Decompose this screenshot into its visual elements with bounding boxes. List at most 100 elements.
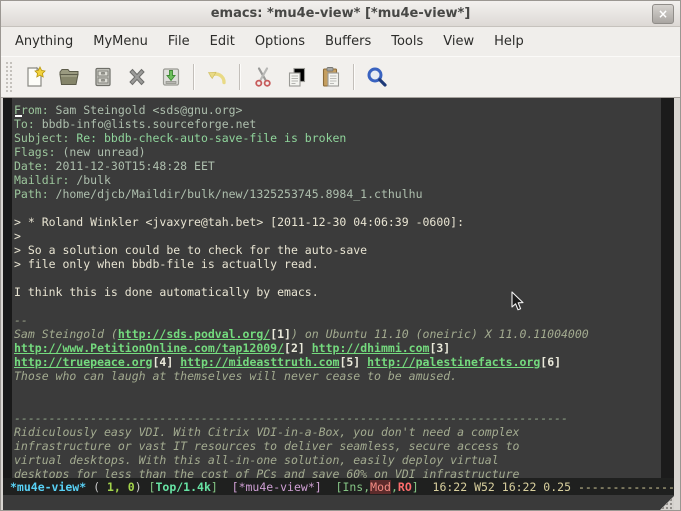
modeline-segment: --------------------------------- bbox=[578, 480, 674, 494]
undo-icon bbox=[205, 65, 229, 89]
text-segment: Date: bbox=[14, 159, 49, 173]
text-segment: Sam Steingold ( bbox=[14, 327, 118, 341]
hyperlink[interactable]: http://dhimmi.com bbox=[312, 341, 430, 355]
text-segment: > bbox=[14, 229, 21, 243]
buffer-line: ----------------------------------------… bbox=[14, 411, 661, 425]
toolbar-drag-handle[interactable] bbox=[5, 61, 12, 93]
text-segment: ) on Ubuntu 11.10 (oneiric) X 11.0.11004… bbox=[291, 327, 589, 341]
menu-item-view[interactable]: View bbox=[433, 29, 484, 54]
buffer-line: Flags: (new unread) bbox=[14, 145, 661, 159]
titlebar[interactable]: emacs: *mu4e-view* [*mu4e-view*] × bbox=[1, 1, 680, 27]
buffer-line: infrastructure or vast IT resources to d… bbox=[14, 439, 661, 453]
text-segment: I think this is done automatically by em… bbox=[14, 285, 319, 299]
text-segment: bbdb-info@lists.sourceforge.net bbox=[35, 117, 257, 131]
emacs-window: emacs: *mu4e-view* [*mu4e-view*] × Anyth… bbox=[0, 0, 681, 511]
copy-button[interactable] bbox=[285, 64, 310, 90]
close-buffer-button[interactable] bbox=[125, 64, 150, 90]
menu-item-file[interactable]: File bbox=[158, 29, 200, 54]
text-segment: To: bbox=[14, 117, 35, 131]
text-segment: 2011-12-30T15:48:28 EET bbox=[49, 159, 215, 173]
modeline-segment: , bbox=[363, 480, 370, 494]
new-file-button[interactable] bbox=[23, 64, 48, 90]
text-segment bbox=[305, 341, 312, 355]
text-segment: Sam Steingold <sds@gnu.org> bbox=[49, 103, 243, 117]
menu-item-help[interactable]: Help bbox=[484, 29, 534, 54]
open-folder-icon bbox=[57, 65, 81, 89]
scrollbar[interactable] bbox=[661, 98, 674, 478]
mode-line: *mu4e-view* ( 1, 0) [Top/1.4k] [*mu4e-vi… bbox=[3, 478, 674, 495]
text-segment: > file only when bbdb-file is actually r… bbox=[14, 257, 319, 271]
close-button[interactable]: × bbox=[652, 4, 674, 24]
buffer-text-area[interactable]: From: Sam Steingold <sds@gnu.org>To: bbd… bbox=[12, 98, 661, 478]
menu-item-edit[interactable]: Edit bbox=[200, 29, 245, 54]
menu-item-options[interactable]: Options bbox=[245, 29, 315, 54]
text-segment: [5] bbox=[339, 355, 360, 369]
menubar: AnythingMyMenuFileEditOptionsBuffersTool… bbox=[1, 27, 680, 56]
window-frame-right bbox=[674, 478, 680, 495]
toolbar-separator bbox=[193, 64, 195, 90]
modeline-segment: 0 bbox=[128, 480, 135, 494]
toolbar-separator bbox=[239, 64, 241, 90]
buffer-line: Path: /home/djcb/Maildir/bulk/new/132525… bbox=[14, 187, 661, 201]
menu-item-mymenu[interactable]: MyMenu bbox=[83, 29, 158, 54]
buffer-line: virtual desktops. With this all-in-one s… bbox=[14, 453, 661, 467]
text-segment: (new unread) bbox=[56, 145, 146, 159]
window-frame-right bbox=[674, 495, 680, 510]
minibuffer[interactable] bbox=[3, 495, 674, 510]
resize-grip-icon[interactable] bbox=[660, 496, 674, 510]
cut-button[interactable] bbox=[251, 64, 276, 90]
buffer-line: http://www.PetitionOnline.com/tap12009/[… bbox=[14, 341, 661, 355]
modeline-segment: ] bbox=[211, 480, 225, 494]
paste-icon bbox=[319, 65, 343, 89]
search-button[interactable] bbox=[365, 64, 390, 90]
modeline-segment: ) bbox=[135, 480, 149, 494]
buffer-line: Those who can laugh at themselves will n… bbox=[14, 369, 661, 383]
hyperlink[interactable]: http://palestinefacts.org bbox=[367, 355, 540, 369]
buffer-line: http://truepeace.org[4] http://mideasttr… bbox=[14, 355, 661, 369]
text-segment: desktops for less than the cost of PCs a… bbox=[14, 467, 519, 478]
buffer-line: > So a solution could be to check for th… bbox=[14, 243, 661, 257]
buffer-line bbox=[14, 271, 661, 285]
text-segment: virtual desktops. With this all-in-one s… bbox=[14, 453, 499, 467]
text-segment: > So a solution could be to check for th… bbox=[14, 243, 367, 257]
save-button[interactable] bbox=[91, 64, 116, 90]
modeline-segment bbox=[121, 480, 128, 494]
buffer-line: -- bbox=[14, 313, 661, 327]
text-segment: -- bbox=[14, 313, 28, 327]
hyperlink[interactable]: http://truepeace.org bbox=[14, 355, 152, 369]
buffer-line: I think this is done automatically by em… bbox=[14, 285, 661, 299]
menu-item-buffers[interactable]: Buffers bbox=[315, 29, 381, 54]
hyperlink[interactable]: http://www.PetitionOnline.com/tap12009/ bbox=[14, 341, 284, 355]
text-segment: /bulk bbox=[69, 173, 111, 187]
window-frame-right bbox=[674, 98, 680, 478]
hyperlink[interactable]: http://sds.podval.org/ bbox=[118, 327, 270, 341]
buffer-body: From: Sam Steingold <sds@gnu.org>To: bbd… bbox=[1, 98, 680, 478]
buffer-line: Maildir: /bulk bbox=[14, 173, 661, 187]
close-buffer-icon bbox=[125, 65, 149, 89]
buffer-lines: From: Sam Steingold <sds@gnu.org>To: bbd… bbox=[14, 103, 661, 478]
modeline-segment: Mod bbox=[370, 480, 391, 494]
menu-item-tools[interactable]: Tools bbox=[381, 29, 433, 54]
buffer-line bbox=[14, 299, 661, 313]
window-title: emacs: *mu4e-view* [*mu4e-view*] bbox=[211, 6, 471, 21]
undo-button[interactable] bbox=[205, 64, 230, 90]
buffer-line: desktops for less than the cost of PCs a… bbox=[14, 467, 661, 478]
text-segment: Ridiculously easy VDI. With Citrix VDI-i… bbox=[14, 425, 519, 439]
copy-icon bbox=[285, 65, 309, 89]
left-fringe bbox=[3, 98, 12, 478]
modeline-segment: [ bbox=[329, 480, 343, 494]
modeline-segment: Top/1.4k bbox=[155, 480, 210, 494]
text-segment: /home/djcb/Maildir/bulk/new/1325253745.8… bbox=[49, 187, 423, 201]
modeline-segment: ] bbox=[412, 480, 426, 494]
menu-item-anything[interactable]: Anything bbox=[5, 29, 83, 54]
save-as-icon bbox=[159, 65, 183, 89]
paste-button[interactable] bbox=[319, 64, 344, 90]
cut-icon bbox=[251, 65, 275, 89]
buffer-line: > * Roland Winkler <jvaxyre@tah.bet> [20… bbox=[14, 215, 661, 229]
text-segment: Maildir: bbox=[14, 173, 69, 187]
save-as-button[interactable] bbox=[159, 64, 184, 90]
buffer-line: From: Sam Steingold <sds@gnu.org> bbox=[14, 103, 661, 117]
hyperlink[interactable]: http://mideasttruth.com bbox=[180, 355, 339, 369]
save-icon bbox=[91, 65, 115, 89]
open-file-button[interactable] bbox=[57, 64, 82, 90]
